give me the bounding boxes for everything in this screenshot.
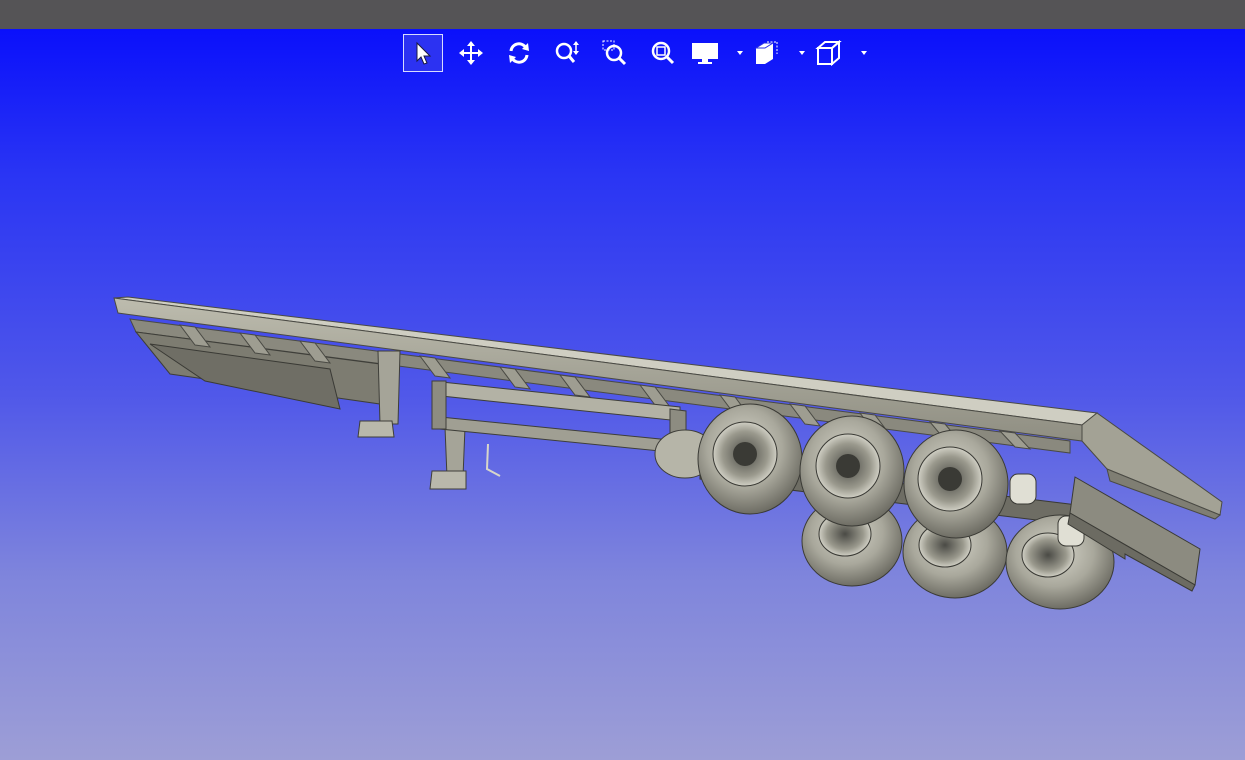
app-window	[0, 0, 1245, 760]
cube-view-icon	[815, 40, 843, 66]
3d-viewport[interactable]	[0, 29, 1245, 760]
trailer-model[interactable]	[0, 29, 1245, 760]
zoom-window-icon	[602, 40, 628, 66]
chevron-down-icon	[737, 51, 743, 55]
wheel-front-upper-1	[697, 403, 803, 515]
select-arrow-icon	[414, 41, 432, 65]
wheel-front-upper-3	[903, 429, 1009, 539]
wheel-front-upper-2	[799, 415, 905, 527]
view-toolbar	[403, 33, 877, 73]
chevron-down-icon	[799, 51, 805, 55]
zoom-window-tool-button[interactable]	[595, 34, 635, 72]
title-bar	[0, 0, 1245, 29]
zoom-fit-tool-button[interactable]	[643, 34, 683, 72]
pan-move-icon	[458, 40, 484, 66]
rotate-icon	[506, 40, 532, 66]
rotate-tool-button[interactable]	[499, 34, 539, 72]
section-plane-icon	[753, 40, 781, 66]
zoom-tool-button[interactable]	[547, 34, 587, 72]
chevron-down-icon	[861, 51, 867, 55]
pan-tool-button[interactable]	[451, 34, 491, 72]
display-mode-dropdown[interactable]	[691, 34, 747, 72]
view-orientation-dropdown[interactable]	[815, 34, 871, 72]
zoom-fit-icon	[650, 40, 676, 66]
zoom-updown-icon	[554, 40, 580, 66]
select-tool-button[interactable]	[403, 34, 443, 72]
monitor-icon	[691, 40, 719, 66]
section-view-dropdown[interactable]	[753, 34, 809, 72]
